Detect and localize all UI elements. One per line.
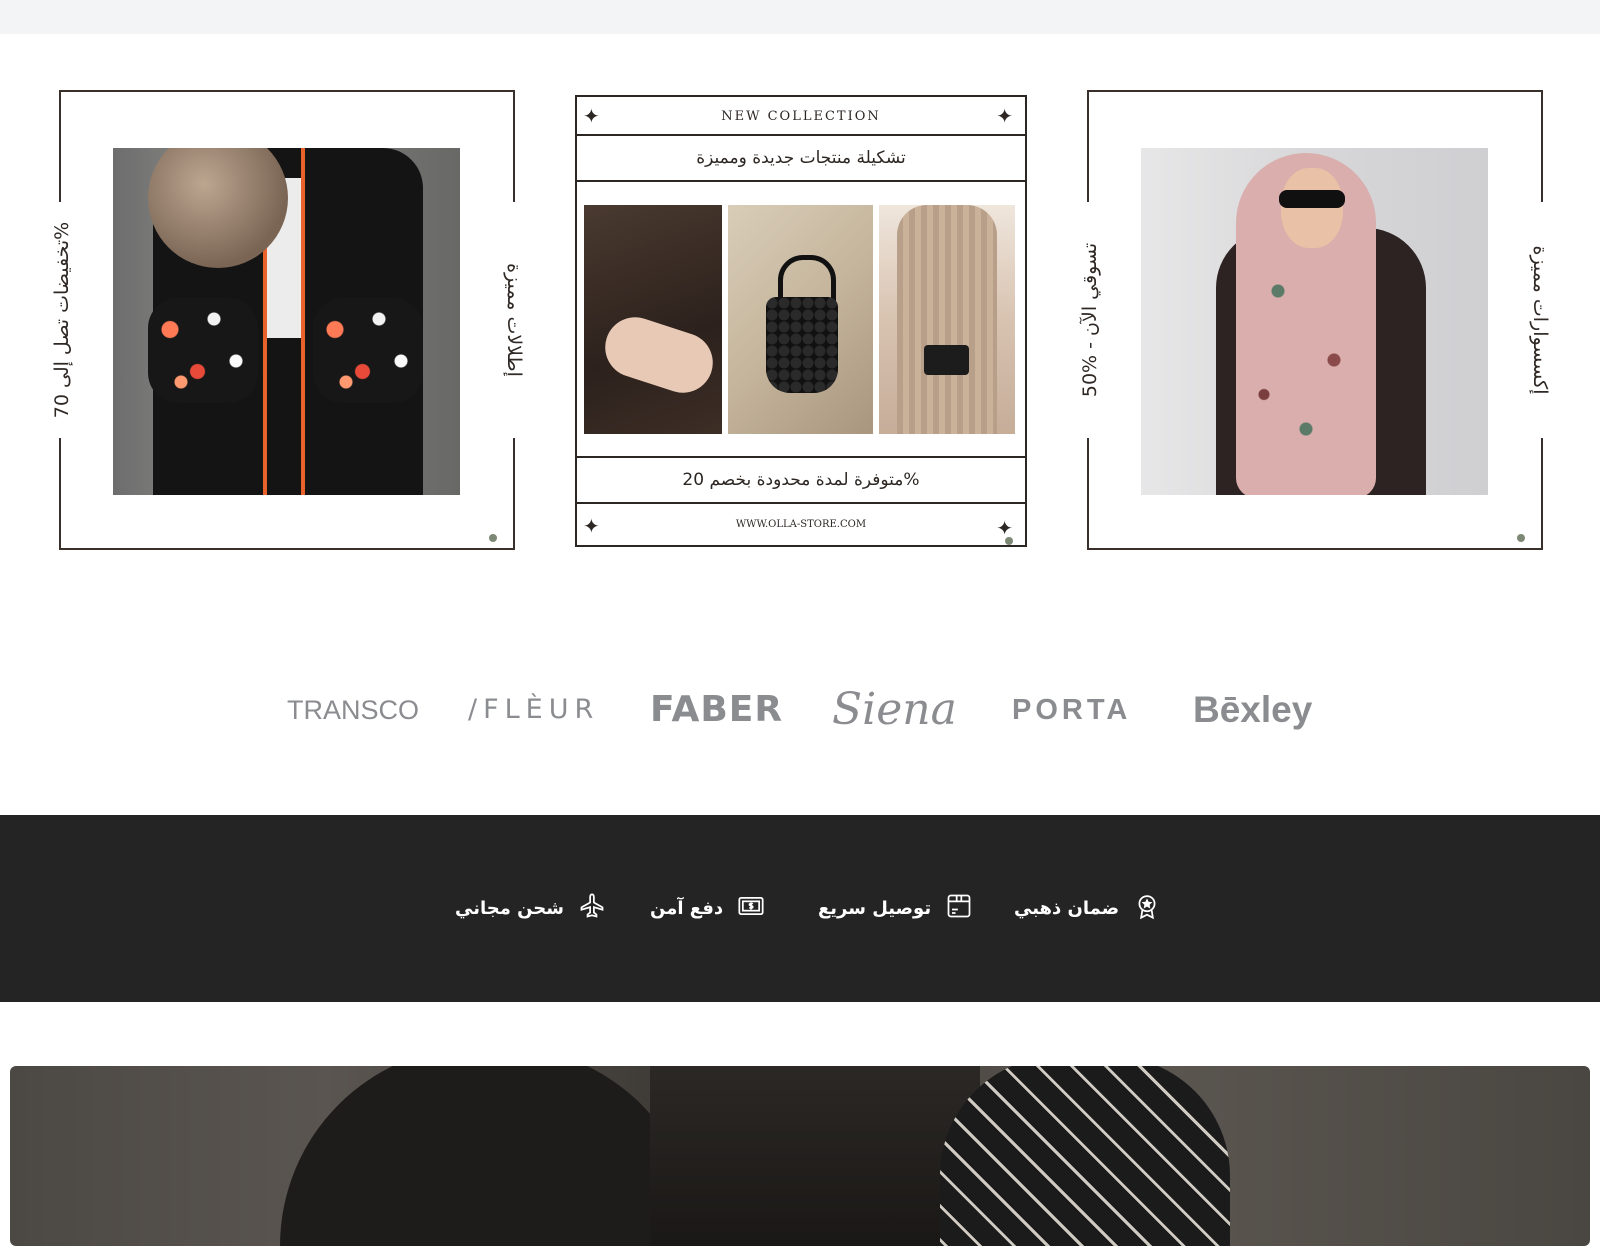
brand-logo-siena[interactable]: Siena <box>832 680 957 740</box>
hero-banner-image[interactable] <box>10 1066 1590 1246</box>
airplane-icon <box>578 892 606 924</box>
money-icon <box>737 892 765 924</box>
carousel-dot[interactable] <box>1005 537 1013 545</box>
box-icon <box>945 892 973 924</box>
new-collection-card[interactable]: ✦ ✦ NEW COLLECTION تشكيلة منتجات جديدة و… <box>575 95 1027 547</box>
store-url: WWW.OLLA-STORE.COM <box>735 519 867 530</box>
collection-thumb-1 <box>584 205 722 434</box>
brand-logo-porta[interactable]: PORTA <box>1012 680 1131 740</box>
promo-banner-sale[interactable]: تخفيضات تصل إلى 70% إطلالات مميزة <box>51 90 525 550</box>
carousel-dot[interactable] <box>489 534 497 542</box>
brand-logo-transco[interactable]: TRANSCO <box>287 680 419 740</box>
collection-eyebrow: NEW COLLECTION <box>721 109 881 124</box>
collection-headline: تشكيلة منتجات جديدة ومميزة <box>696 148 906 168</box>
abaya-photo <box>113 148 460 495</box>
brand-logo-bexley[interactable]: Bēxley <box>1193 680 1312 740</box>
feature-gold-warranty: ضمان ذهبي <box>1014 891 1161 925</box>
promo-banner-accessories[interactable]: 50% - تسوقي الآن إكسسوارات مميزة <box>1079 90 1551 550</box>
feature-fast-delivery: توصيل سريع <box>818 891 973 925</box>
collection-thumb-2 <box>728 205 873 434</box>
badge-icon <box>1133 892 1161 924</box>
collection-thumb-3 <box>879 205 1015 434</box>
feature-free-shipping: شحن مجاني <box>455 891 606 925</box>
carousel-dot[interactable] <box>1517 534 1525 542</box>
collection-offer: متوفرة لمدة محدودة بخصم 20% <box>682 470 920 490</box>
hijab-photo <box>1141 148 1488 495</box>
top-strip <box>0 0 1600 34</box>
features-bar: ضمان ذهبي توصيل سريع دفع آمن شحن مجاني <box>0 815 1600 1002</box>
brand-logo-faber[interactable]: FABER <box>650 680 783 740</box>
feature-secure-payment: دفع آمن <box>650 891 765 925</box>
brand-logo-fleur[interactable]: /FLÈUR <box>468 680 599 740</box>
